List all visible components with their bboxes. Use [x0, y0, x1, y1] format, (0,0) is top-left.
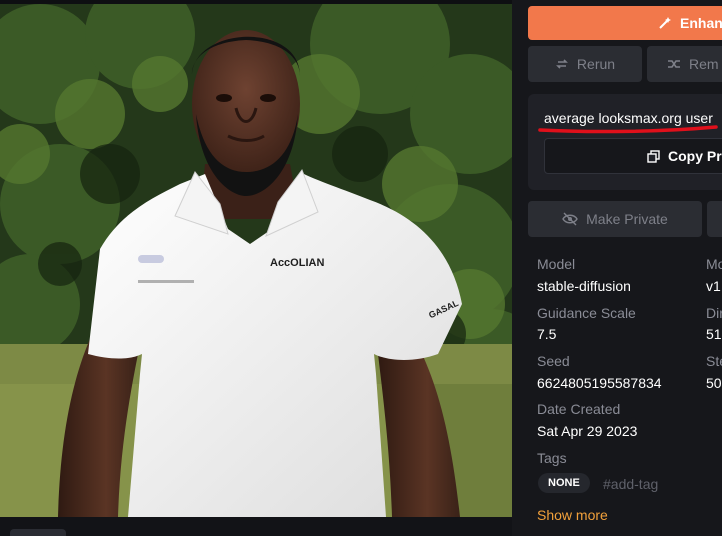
- model-label: Model: [537, 256, 576, 272]
- enhance-button[interactable]: Enhan: [528, 6, 722, 40]
- prompt-box: average looksmax.org user Copy Pr: [528, 94, 722, 190]
- model-version-label: Mo: [706, 256, 722, 272]
- details-panel: Enhan Rerun Rem average looksmax.org use…: [512, 0, 722, 536]
- shirt-badge-icon: [138, 255, 164, 263]
- secondary-action-button[interactable]: [707, 201, 722, 237]
- tags-label: Tags: [537, 450, 567, 466]
- dimensions-value: 51: [706, 326, 722, 342]
- eye-off-icon: [562, 212, 578, 226]
- guidance-scale-label: Guidance Scale: [537, 305, 636, 321]
- generated-image[interactable]: AccOLIAN GASAL: [0, 4, 512, 517]
- shirt-small-print: [138, 280, 194, 283]
- rerun-icon: [555, 57, 569, 71]
- shuffle-icon: [667, 57, 681, 71]
- bottom-tab[interactable]: [10, 529, 66, 536]
- dimensions-label: Dir: [706, 305, 722, 321]
- model-version-value: v1.: [706, 278, 722, 294]
- copy-icon: [647, 149, 660, 163]
- steps-value: 50: [706, 375, 722, 391]
- show-more-link[interactable]: Show more: [537, 507, 608, 523]
- model-value: stable-diffusion: [537, 278, 631, 294]
- generated-image-canvas: AccOLIAN GASAL: [0, 4, 512, 517]
- make-private-button[interactable]: Make Private: [528, 201, 702, 237]
- steps-label: Ste: [706, 353, 722, 369]
- make-private-label: Make Private: [586, 211, 668, 227]
- remix-label: Rem: [689, 56, 719, 72]
- copy-prompt-label: Copy Pr: [668, 148, 722, 164]
- seed-label: Seed: [537, 353, 570, 369]
- tag-none-badge: NONE: [538, 473, 590, 493]
- date-created-label: Date Created: [537, 401, 621, 417]
- shirt-logo-text: AccOLIAN: [270, 257, 324, 269]
- magic-wand-icon: [658, 16, 672, 30]
- date-created-value: Sat Apr 29 2023: [537, 423, 638, 439]
- add-tag-input[interactable]: #add-tag: [603, 476, 658, 492]
- copy-prompt-button[interactable]: Copy Pr: [544, 138, 722, 174]
- red-underline-annotation: [538, 125, 718, 134]
- guidance-scale-value: 7.5: [537, 326, 557, 342]
- rerun-label: Rerun: [576, 56, 616, 72]
- enhance-label: Enhan: [680, 15, 722, 31]
- seed-value: 6624805195587834: [537, 375, 662, 391]
- remix-button[interactable]: Rem: [647, 46, 722, 82]
- rerun-button[interactable]: Rerun: [528, 46, 642, 82]
